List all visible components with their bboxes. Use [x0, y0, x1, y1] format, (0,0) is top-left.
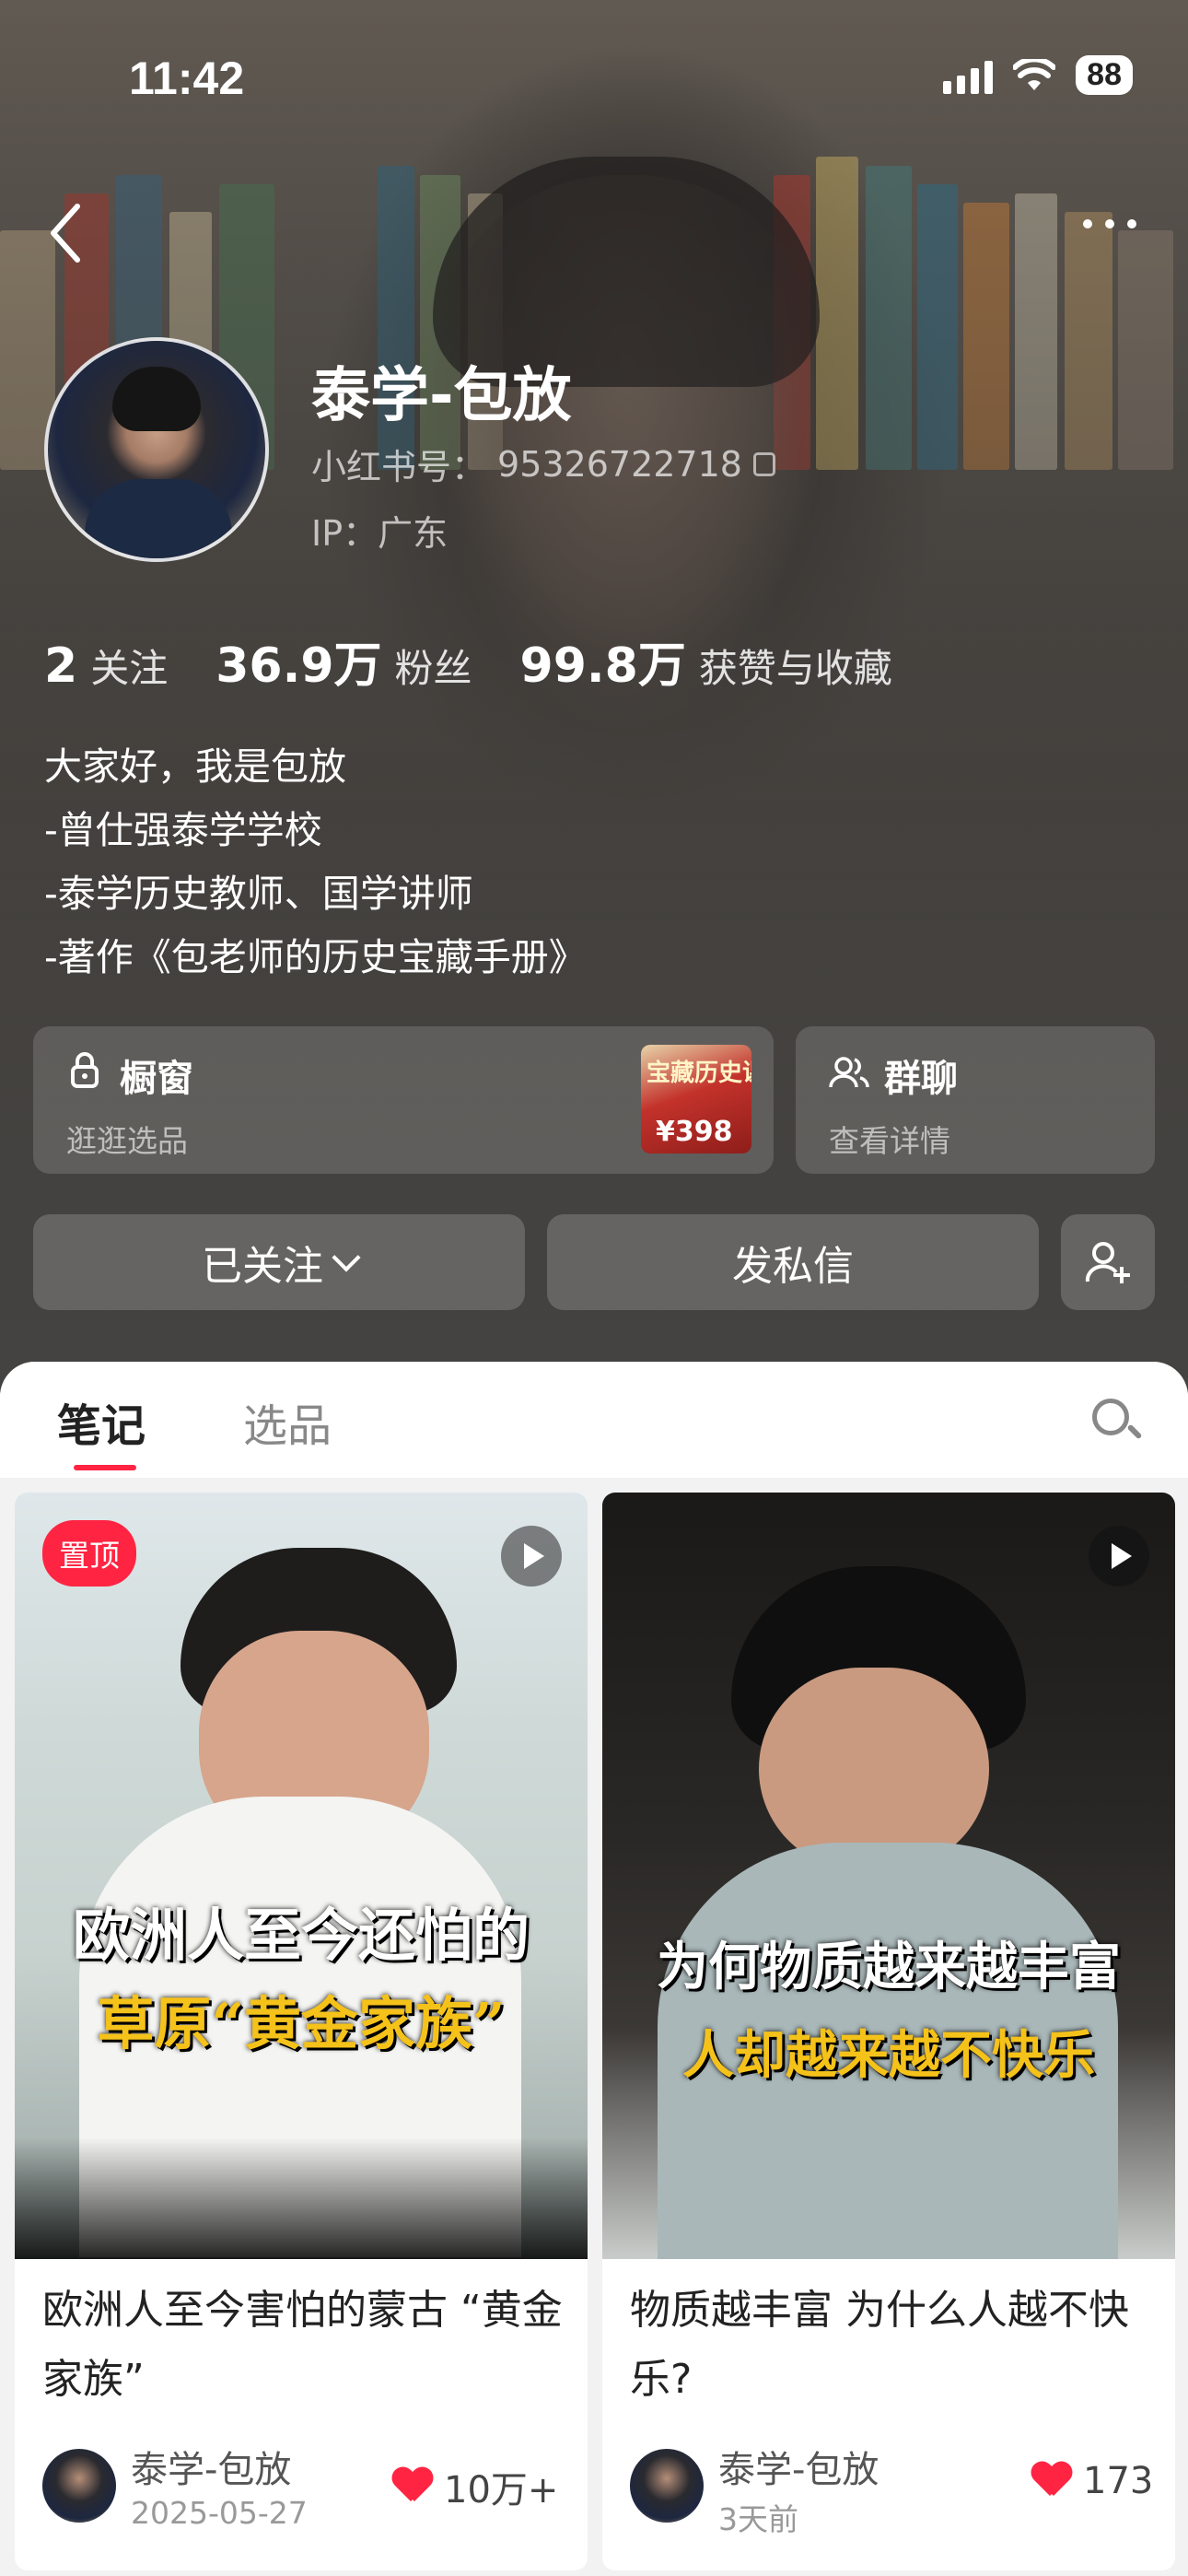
- profile-id: 小红书号： 95326722718: [311, 439, 775, 489]
- stat-followers-label: 粉丝: [394, 646, 472, 691]
- bio-line: -曾仕强泰学学校: [44, 808, 322, 852]
- note-cover-caption: 欧洲人至今还怕的: [72, 1902, 530, 1969]
- stat-following[interactable]: 2 关注: [44, 638, 168, 694]
- group-chat-subtitle: 查看详情: [829, 1123, 950, 1159]
- note-cover-caption: 为何物质越来越丰富: [657, 1937, 1121, 1997]
- shop-window-title: 橱窗: [120, 1058, 193, 1100]
- battery-indicator: 88: [1076, 55, 1133, 95]
- message-button[interactable]: 发私信: [547, 1214, 1039, 1310]
- stat-following-num: 2: [44, 638, 78, 694]
- group-chat-title: 群聊: [884, 1058, 958, 1100]
- profile-name: 泰学-包放: [311, 362, 572, 430]
- note-cover[interactable]: 为何物质越来越丰富 人却越来越不快乐: [602, 1493, 1175, 2259]
- play-icon: [1089, 1526, 1149, 1587]
- profile-id-value: 95326722718: [497, 443, 742, 485]
- back-icon[interactable]: [46, 201, 83, 265]
- note-author-avatar[interactable]: [42, 2449, 116, 2523]
- add-friend-button[interactable]: [1061, 1214, 1155, 1310]
- status-indicators: 88: [943, 55, 1133, 95]
- like-count: 10万+: [444, 2469, 559, 2512]
- note-title[interactable]: 欧洲人至今害怕的蒙古 “黄金家族”: [42, 2276, 567, 2414]
- profile-ip: IP：广东: [311, 513, 448, 554]
- note-cover[interactable]: 欧洲人至今还怕的 草原“黄金家族” 置顶: [15, 1493, 588, 2259]
- stat-followers[interactable]: 36.9万 粉丝: [215, 626, 472, 696]
- note-card[interactable]: 为何物质越来越丰富 人却越来越不快乐 物质越丰富 为什么人越不快乐? 泰学-包放…: [602, 1493, 1175, 2570]
- profile-stats: 2 关注 36.9万 粉丝 99.8万 获赞与收藏: [44, 626, 940, 696]
- signal-icon: [943, 57, 994, 94]
- following-button[interactable]: 已关注: [33, 1214, 525, 1310]
- group-icon: [829, 1057, 869, 1088]
- shop-product-thumbnail[interactable]: 宝藏历史课 ¥398: [641, 1045, 751, 1153]
- bio-line: 大家好，我是包放: [44, 744, 346, 789]
- profile-id-label: 小红书号：: [311, 447, 487, 487]
- tab-bar: [0, 1362, 1188, 1478]
- like-count: 173: [1083, 2460, 1154, 2502]
- note-cover-caption-highlight: 人却越来越不快乐: [682, 2025, 1095, 2086]
- shop-product-price: ¥398: [656, 1116, 733, 1148]
- wifi-icon: [1013, 58, 1056, 90]
- add-friend-icon: [1085, 1242, 1130, 1283]
- like-button[interactable]: 173: [1031, 2460, 1153, 2502]
- shop-window-subtitle: 逛逛选品: [66, 1123, 188, 1159]
- note-author-avatar[interactable]: [630, 2449, 704, 2523]
- status-time: 11:42: [129, 53, 245, 104]
- copy-icon[interactable]: [752, 451, 775, 476]
- profile-bio: 大家好，我是包放 -曾仕强泰学学校 -泰学历史教师、国学讲师 -著作《包老师的历…: [44, 735, 587, 989]
- avatar[interactable]: [44, 337, 269, 562]
- lock-icon: [71, 1052, 99, 1088]
- message-button-label: 发私信: [732, 1243, 854, 1290]
- note-cover-caption-highlight: 草原“黄金家族”: [97, 1990, 506, 2057]
- stat-likes-num: 99.8万: [519, 638, 686, 694]
- following-button-label: 已关注: [202, 1243, 323, 1290]
- tab-products[interactable]: 选品: [243, 1389, 332, 1454]
- profile-header-background: [0, 0, 1188, 1400]
- heart-icon: [392, 2468, 433, 2505]
- heart-icon: [1031, 2463, 1072, 2500]
- like-button[interactable]: 10万+: [392, 2460, 558, 2513]
- shop-product-title: 宝藏历史课: [646, 1060, 751, 1087]
- play-icon: [501, 1526, 562, 1587]
- stat-likes-label: 获赞与收藏: [698, 646, 892, 691]
- stat-likes[interactable]: 99.8万 获赞与收藏: [520, 626, 892, 696]
- more-icon[interactable]: [1083, 219, 1136, 228]
- bio-line: -泰学历史教师、国学讲师: [44, 872, 473, 916]
- tab-active-indicator: [74, 1465, 136, 1470]
- bio-line: -著作《包老师的历史宝藏手册》: [44, 935, 587, 979]
- note-date: 2025-05-27: [131, 2495, 308, 2531]
- note-author-name[interactable]: 泰学-包放: [131, 2440, 291, 2493]
- pinned-badge: 置顶: [42, 1520, 136, 1587]
- stat-followers-num: 36.9万: [215, 638, 382, 694]
- note-date: 3天前: [718, 2501, 798, 2537]
- note-card[interactable]: 欧洲人至今还怕的 草原“黄金家族” 置顶 欧洲人至今害怕的蒙古 “黄金家族” 泰…: [15, 1493, 588, 2570]
- note-title[interactable]: 物质越丰富 为什么人越不快乐?: [630, 2276, 1155, 2414]
- tab-notes[interactable]: 笔记: [57, 1389, 146, 1454]
- search-icon[interactable]: [1092, 1399, 1129, 1435]
- chevron-down-icon: [332, 1243, 361, 1272]
- note-author-name[interactable]: 泰学-包放: [718, 2440, 879, 2493]
- stat-following-label: 关注: [90, 646, 169, 691]
